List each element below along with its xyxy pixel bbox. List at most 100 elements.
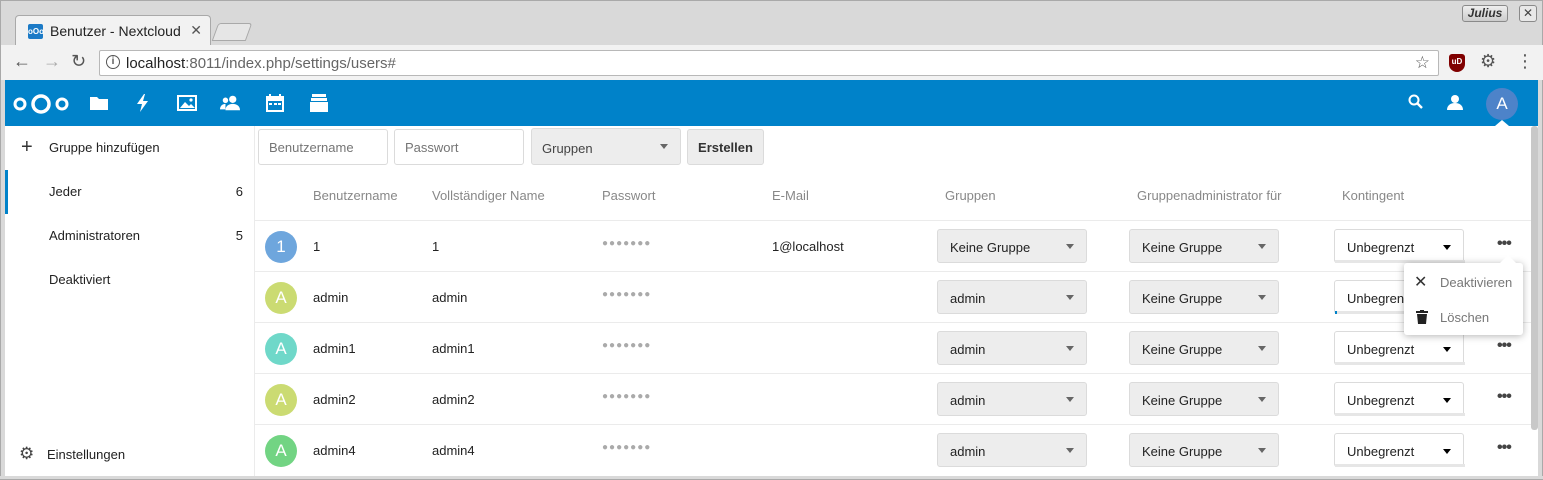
quota-select[interactable]: Unbegrenzt xyxy=(1334,331,1465,365)
email-cell[interactable]: 1@localhost xyxy=(772,239,844,254)
more-actions-icon[interactable]: ••• xyxy=(1497,439,1512,457)
caret-down-icon xyxy=(1443,245,1451,250)
bookmark-star-icon[interactable]: ☆ xyxy=(1415,53,1430,73)
quota-progress-bar xyxy=(1335,362,1465,365)
more-actions-icon[interactable]: ••• xyxy=(1497,235,1512,253)
sidebar-add-group[interactable]: + Gruppe hinzufügen xyxy=(5,126,255,170)
window-close-button[interactable]: ✕ xyxy=(1519,5,1537,22)
caret-down-icon xyxy=(1443,347,1451,352)
sidebar-item-everyone[interactable]: Jeder 6 xyxy=(5,170,255,214)
password-cell[interactable]: ●●●●●●● xyxy=(602,238,651,249)
sidebar-item-administrators[interactable]: Administratoren 5 xyxy=(5,214,255,258)
delete-user-action[interactable]: Löschen xyxy=(1404,300,1523,334)
ublock-extension-icon[interactable]: uD xyxy=(1449,54,1465,72)
create-user-button[interactable]: Erstellen xyxy=(687,129,764,165)
quota-select[interactable]: Unbegrenzt xyxy=(1334,382,1465,416)
username-cell[interactable]: admin1 xyxy=(313,341,356,356)
sidebar-settings[interactable]: ⚙ Einstellungen xyxy=(5,438,255,472)
chevron-down-icon xyxy=(660,144,668,149)
quota-progress-bar xyxy=(1335,413,1465,416)
column-header-fullname: Vollständiger Name xyxy=(432,188,545,203)
fullname-cell[interactable]: admin2 xyxy=(432,392,475,407)
group-admin-select[interactable]: Keine Gruppe xyxy=(1129,229,1279,263)
avatar: A xyxy=(265,384,297,416)
sidebar-item-label: Deaktiviert xyxy=(49,272,111,287)
fullname-cell[interactable]: admin1 xyxy=(432,341,475,356)
quota-select[interactable]: Unbegrenzt xyxy=(1334,229,1465,263)
chevron-down-icon xyxy=(1258,448,1266,453)
tab-close-icon[interactable]: ✕ xyxy=(190,22,202,39)
fullname-cell[interactable]: admin xyxy=(432,290,467,305)
close-icon: ✕ xyxy=(1414,274,1428,291)
group-admin-select-value: Keine Gruppe xyxy=(1142,393,1223,408)
table-row: 1 1 1 ●●●●●●● 1@localhost Keine Gruppe K… xyxy=(255,220,1533,271)
group-admin-select[interactable]: Keine Gruppe xyxy=(1129,382,1279,416)
more-actions-icon[interactable]: ••• xyxy=(1497,388,1512,406)
username-cell[interactable]: admin4 xyxy=(313,443,356,458)
sidebar-item-label: Jeder xyxy=(49,184,82,199)
chevron-down-icon xyxy=(1066,244,1074,249)
password-cell[interactable]: ●●●●●●● xyxy=(602,340,651,351)
action-label: Deaktivieren xyxy=(1440,275,1513,290)
chevron-down-icon xyxy=(1258,346,1266,351)
chevron-down-icon xyxy=(1066,397,1074,402)
groups-select[interactable]: Keine Gruppe xyxy=(937,229,1087,263)
new-password-input[interactable] xyxy=(394,129,524,165)
quota-select-value: Unbegrenzt xyxy=(1347,444,1415,459)
search-icon[interactable] xyxy=(1408,94,1424,110)
fullname-cell[interactable]: admin4 xyxy=(432,443,475,458)
chevron-down-icon xyxy=(1066,346,1074,351)
table-row: A admin1 admin1 ●●●●●●● admin Keine Grup… xyxy=(255,322,1533,373)
forward-arrow-icon[interactable]: → xyxy=(43,51,61,72)
group-admin-select[interactable]: Keine Gruppe xyxy=(1129,433,1279,467)
group-admin-select-value: Keine Gruppe xyxy=(1142,444,1223,459)
group-admin-select-value: Keine Gruppe xyxy=(1142,291,1223,306)
reload-icon[interactable]: ↻ xyxy=(71,51,86,72)
address-bar[interactable]: i localhost:8011/index.php/settings/user… xyxy=(99,50,1439,76)
quota-select[interactable]: Unbegrenzt xyxy=(1334,433,1465,467)
groups-select[interactable]: admin xyxy=(937,331,1087,365)
gallery-image-icon[interactable] xyxy=(177,93,197,113)
caret-down-icon xyxy=(1443,398,1451,403)
deactivate-user-action[interactable]: ✕ Deaktivieren xyxy=(1404,265,1523,299)
browser-tab[interactable]: oOo Benutzer - Nextcloud ✕ xyxy=(15,15,211,45)
password-cell[interactable]: ●●●●●●● xyxy=(602,391,651,402)
deck-stack-icon[interactable] xyxy=(309,93,329,113)
username-cell[interactable]: admin xyxy=(313,290,348,305)
new-username-input[interactable] xyxy=(258,129,388,165)
more-actions-icon[interactable]: ••• xyxy=(1497,337,1512,355)
vertical-scrollbar[interactable] xyxy=(1531,126,1538,430)
groups-select-value: admin xyxy=(950,291,986,306)
info-icon[interactable]: i xyxy=(106,55,120,69)
chevron-down-icon xyxy=(1066,448,1074,453)
new-tab-button[interactable] xyxy=(211,23,253,41)
password-cell[interactable]: ●●●●●●● xyxy=(602,289,651,300)
contacts-menu-icon[interactable] xyxy=(1446,94,1464,110)
group-admin-select[interactable]: Keine Gruppe xyxy=(1129,331,1279,365)
sidebar-item-disabled[interactable]: Deaktiviert xyxy=(5,258,255,302)
contacts-people-icon[interactable] xyxy=(220,93,240,113)
activity-bolt-icon[interactable] xyxy=(133,93,153,113)
group-admin-select-value: Keine Gruppe xyxy=(1142,240,1223,255)
username-cell[interactable]: 1 xyxy=(313,239,320,254)
password-cell[interactable]: ●●●●●●● xyxy=(602,442,651,453)
user-avatar[interactable]: A xyxy=(1486,88,1518,120)
new-user-groups-select[interactable]: Gruppen xyxy=(531,128,681,165)
chevron-down-icon xyxy=(1258,295,1266,300)
groups-select[interactable]: admin xyxy=(937,433,1087,467)
group-admin-select[interactable]: Keine Gruppe xyxy=(1129,280,1279,314)
browser-profile-badge[interactable]: Julius xyxy=(1462,5,1508,22)
files-folder-icon[interactable] xyxy=(89,93,109,113)
address-url: localhost:8011/index.php/settings/users# xyxy=(126,55,396,72)
username-cell[interactable]: admin2 xyxy=(313,392,356,407)
calendar-icon[interactable] xyxy=(265,93,285,113)
row-actions-popover: ✕ Deaktivieren Löschen xyxy=(1404,255,1523,335)
groups-select[interactable]: admin xyxy=(937,280,1087,314)
browser-menu-icon[interactable]: ⋮ xyxy=(1516,51,1534,72)
nextcloud-logo-icon[interactable] xyxy=(11,92,71,116)
groups-select[interactable]: admin xyxy=(937,382,1087,416)
groups-select-value: admin xyxy=(950,444,986,459)
extension-gear-icon[interactable]: ⚙ xyxy=(1480,51,1496,72)
fullname-cell[interactable]: 1 xyxy=(432,239,439,254)
back-arrow-icon[interactable]: ← xyxy=(13,51,31,72)
